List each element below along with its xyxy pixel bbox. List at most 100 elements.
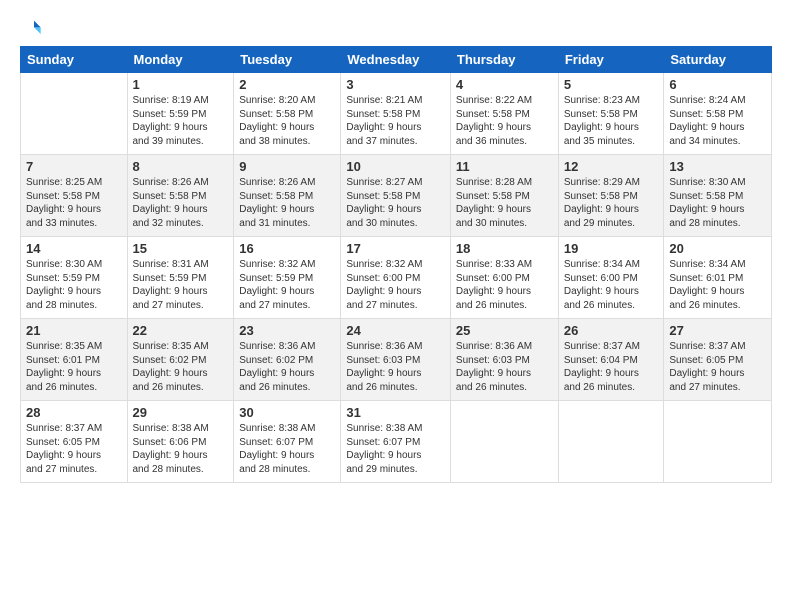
day-info: Sunrise: 8:30 AM Sunset: 5:59 PM Dayligh… [26,258,122,312]
calendar-day-cell: 7 Sunrise: 8:25 AM Sunset: 5:58 PM Daylig… [21,155,128,237]
calendar-day-cell [21,73,128,155]
day-info: Sunrise: 8:30 AM Sunset: 5:58 PM Dayligh… [669,176,766,230]
day-number: 21 [26,323,122,338]
weekday-header: Thursday [450,47,558,73]
day-number: 28 [26,405,122,420]
day-number: 16 [239,241,335,256]
day-number: 9 [239,159,335,174]
day-number: 17 [346,241,445,256]
day-info: Sunrise: 8:34 AM Sunset: 6:01 PM Dayligh… [669,258,766,312]
day-info: Sunrise: 8:32 AM Sunset: 5:59 PM Dayligh… [239,258,335,312]
calendar-week-row: 14 Sunrise: 8:30 AM Sunset: 5:59 PM Dayli… [21,237,772,319]
calendar-day-cell: 31 Sunrise: 8:38 AM Sunset: 6:07 PM Dayli… [341,401,451,483]
weekday-header: Saturday [664,47,772,73]
calendar-day-cell: 10 Sunrise: 8:27 AM Sunset: 5:58 PM Dayli… [341,155,451,237]
day-number: 25 [456,323,553,338]
weekday-header: Sunday [21,47,128,73]
day-number: 23 [239,323,335,338]
day-number: 27 [669,323,766,338]
day-number: 12 [564,159,659,174]
calendar-day-cell: 9 Sunrise: 8:26 AM Sunset: 5:58 PM Daylig… [234,155,341,237]
calendar-day-cell: 18 Sunrise: 8:33 AM Sunset: 6:00 PM Dayli… [450,237,558,319]
day-info: Sunrise: 8:37 AM Sunset: 6:05 PM Dayligh… [669,340,766,394]
day-number: 8 [133,159,229,174]
day-info: Sunrise: 8:38 AM Sunset: 6:07 PM Dayligh… [239,422,335,476]
day-info: Sunrise: 8:22 AM Sunset: 5:58 PM Dayligh… [456,94,553,148]
day-number: 7 [26,159,122,174]
calendar-day-cell [450,401,558,483]
calendar-day-cell: 12 Sunrise: 8:29 AM Sunset: 5:58 PM Dayli… [558,155,664,237]
day-number: 1 [133,77,229,92]
day-info: Sunrise: 8:28 AM Sunset: 5:58 PM Dayligh… [456,176,553,230]
day-info: Sunrise: 8:36 AM Sunset: 6:03 PM Dayligh… [346,340,445,394]
calendar-day-cell: 30 Sunrise: 8:38 AM Sunset: 6:07 PM Dayli… [234,401,341,483]
day-number: 22 [133,323,229,338]
calendar-day-cell: 16 Sunrise: 8:32 AM Sunset: 5:59 PM Dayli… [234,237,341,319]
calendar-header-row: SundayMondayTuesdayWednesdayThursdayFrid… [21,47,772,73]
logo-icon [22,18,42,38]
day-number: 10 [346,159,445,174]
calendar-day-cell: 22Sunrise: 8:35 AM Sunset: 6:02 PM Dayli… [127,319,234,401]
day-number: 4 [456,77,553,92]
day-number: 20 [669,241,766,256]
calendar-day-cell: 2 Sunrise: 8:20 AM Sunset: 5:58 PM Daylig… [234,73,341,155]
weekday-header: Monday [127,47,234,73]
day-number: 5 [564,77,659,92]
day-info: Sunrise: 8:34 AM Sunset: 6:00 PM Dayligh… [564,258,659,312]
day-number: 26 [564,323,659,338]
day-number: 14 [26,241,122,256]
day-number: 6 [669,77,766,92]
day-info: Sunrise: 8:38 AM Sunset: 6:06 PM Dayligh… [133,422,229,476]
header [20,18,772,38]
day-info: Sunrise: 8:20 AM Sunset: 5:58 PM Dayligh… [239,94,335,148]
day-info: Sunrise: 8:29 AM Sunset: 5:58 PM Dayligh… [564,176,659,230]
day-number: 24 [346,323,445,338]
day-number: 11 [456,159,553,174]
day-info: Sunrise: 8:27 AM Sunset: 5:58 PM Dayligh… [346,176,445,230]
calendar-day-cell: 19 Sunrise: 8:34 AM Sunset: 6:00 PM Dayli… [558,237,664,319]
day-number: 13 [669,159,766,174]
day-info: Sunrise: 8:33 AM Sunset: 6:00 PM Dayligh… [456,258,553,312]
day-number: 3 [346,77,445,92]
day-info: Sunrise: 8:37 AM Sunset: 6:05 PM Dayligh… [26,422,122,476]
calendar-day-cell: 14 Sunrise: 8:30 AM Sunset: 5:59 PM Dayli… [21,237,128,319]
calendar-day-cell: 29 Sunrise: 8:38 AM Sunset: 6:06 PM Dayli… [127,401,234,483]
calendar-day-cell: 15 Sunrise: 8:31 AM Sunset: 5:59 PM Dayli… [127,237,234,319]
calendar-day-cell: 17Sunrise: 8:32 AM Sunset: 6:00 PM Dayli… [341,237,451,319]
day-number: 2 [239,77,335,92]
day-number: 30 [239,405,335,420]
weekday-header: Friday [558,47,664,73]
day-number: 31 [346,405,445,420]
calendar-day-cell: 1Sunrise: 8:19 AM Sunset: 5:59 PM Daylig… [127,73,234,155]
calendar-day-cell [558,401,664,483]
logo [20,18,42,38]
day-info: Sunrise: 8:38 AM Sunset: 6:07 PM Dayligh… [346,422,445,476]
calendar-day-cell: 4 Sunrise: 8:22 AM Sunset: 5:58 PM Daylig… [450,73,558,155]
day-info: Sunrise: 8:26 AM Sunset: 5:58 PM Dayligh… [239,176,335,230]
day-info: Sunrise: 8:23 AM Sunset: 5:58 PM Dayligh… [564,94,659,148]
day-number: 19 [564,241,659,256]
day-info: Sunrise: 8:37 AM Sunset: 6:04 PM Dayligh… [564,340,659,394]
calendar-day-cell: 21Sunrise: 8:35 AM Sunset: 6:01 PM Dayli… [21,319,128,401]
weekday-header: Tuesday [234,47,341,73]
weekday-header: Wednesday [341,47,451,73]
day-info: Sunrise: 8:21 AM Sunset: 5:58 PM Dayligh… [346,94,445,148]
day-number: 15 [133,241,229,256]
day-info: Sunrise: 8:25 AM Sunset: 5:58 PM Dayligh… [26,176,122,230]
calendar-day-cell: 27 Sunrise: 8:37 AM Sunset: 6:05 PM Dayli… [664,319,772,401]
calendar-day-cell [664,401,772,483]
day-number: 29 [133,405,229,420]
calendar-day-cell: 25Sunrise: 8:36 AM Sunset: 6:03 PM Dayli… [450,319,558,401]
calendar-week-row: 7 Sunrise: 8:25 AM Sunset: 5:58 PM Daylig… [21,155,772,237]
day-info: Sunrise: 8:36 AM Sunset: 6:02 PM Dayligh… [239,340,335,394]
day-info: Sunrise: 8:31 AM Sunset: 5:59 PM Dayligh… [133,258,229,312]
calendar-day-cell: 8 Sunrise: 8:26 AM Sunset: 5:58 PM Daylig… [127,155,234,237]
calendar-day-cell: 3 Sunrise: 8:21 AM Sunset: 5:58 PM Daylig… [341,73,451,155]
day-info: Sunrise: 8:26 AM Sunset: 5:58 PM Dayligh… [133,176,229,230]
calendar-table: SundayMondayTuesdayWednesdayThursdayFrid… [20,46,772,483]
calendar-day-cell: 23 Sunrise: 8:36 AM Sunset: 6:02 PM Dayli… [234,319,341,401]
day-number: 18 [456,241,553,256]
calendar-day-cell: 11 Sunrise: 8:28 AM Sunset: 5:58 PM Dayli… [450,155,558,237]
calendar-day-cell: 20 Sunrise: 8:34 AM Sunset: 6:01 PM Dayli… [664,237,772,319]
day-info: Sunrise: 8:24 AM Sunset: 5:58 PM Dayligh… [669,94,766,148]
